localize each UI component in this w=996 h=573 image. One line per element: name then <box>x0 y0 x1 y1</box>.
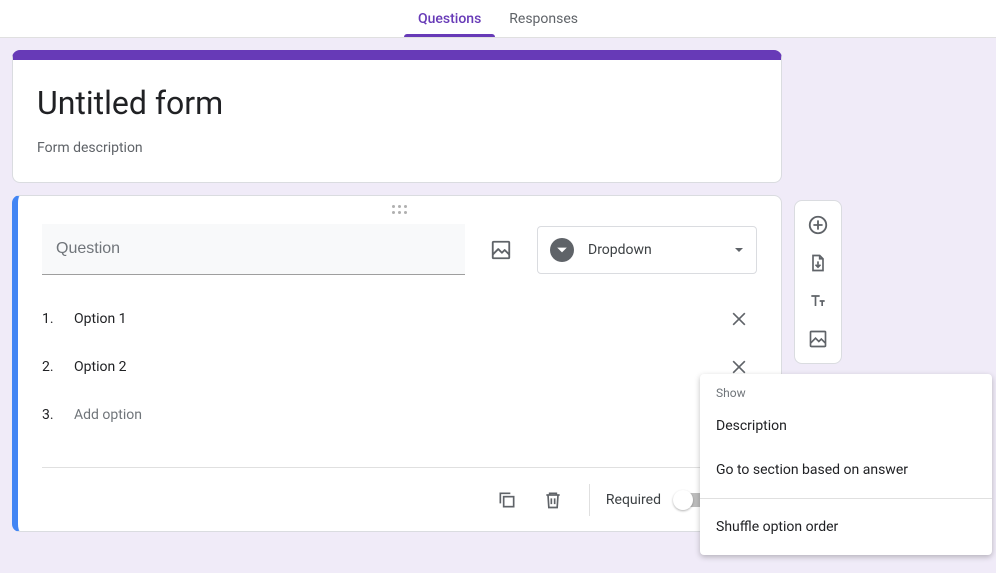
required-label: Required <box>606 492 661 508</box>
add-image-button[interactable] <box>481 230 521 270</box>
question-type-label: Dropdown <box>588 242 720 258</box>
add-question-button[interactable] <box>800 207 836 243</box>
option-row: 2. Option 2 <box>42 343 757 391</box>
divider <box>589 484 590 516</box>
option-number: 3. <box>42 407 60 423</box>
tab-label: Questions <box>418 11 481 27</box>
divider <box>700 498 992 499</box>
plus-circle-icon <box>807 214 829 236</box>
menu-item-shuffle[interactable]: Shuffle option order <box>700 505 992 549</box>
close-icon <box>729 309 749 329</box>
form-title[interactable]: Untitled form <box>37 84 757 122</box>
question-card: Dropdown 1. Option 1 2. Option 2 <box>12 195 782 532</box>
option-number: 1. <box>42 311 60 327</box>
tab-questions[interactable]: Questions <box>404 11 495 37</box>
add-option-label: Add option <box>74 407 757 423</box>
menu-header: Show <box>700 374 992 404</box>
option-number: 2. <box>42 359 60 375</box>
remove-option-button[interactable] <box>721 301 757 337</box>
add-title-button[interactable] <box>800 283 836 319</box>
tab-label: Responses <box>509 11 578 27</box>
drag-handle[interactable] <box>42 196 757 224</box>
option-text[interactable]: Option 2 <box>74 359 707 375</box>
chevron-down-icon <box>734 245 744 255</box>
options-list: 1. Option 1 2. Option 2 3. Add option <box>42 275 757 467</box>
question-footer: Required <box>42 467 757 531</box>
tab-responses[interactable]: Responses <box>495 11 592 37</box>
more-options-menu: Show Description Go to section based on … <box>700 374 992 555</box>
add-option-row[interactable]: 3. Add option <box>42 391 757 439</box>
import-icon <box>808 253 828 273</box>
image-icon <box>490 239 512 261</box>
dropdown-icon <box>550 238 574 262</box>
tab-bar: Questions Responses <box>0 0 996 38</box>
drag-icon <box>392 205 408 215</box>
question-title-input[interactable] <box>42 224 465 275</box>
text-icon <box>808 291 828 311</box>
import-questions-button[interactable] <box>800 245 836 281</box>
menu-item-description[interactable]: Description <box>700 404 992 448</box>
option-row: 1. Option 1 <box>42 295 757 343</box>
image-icon <box>808 329 828 349</box>
duplicate-icon <box>497 490 517 510</box>
form-description[interactable]: Form description <box>37 140 757 156</box>
question-type-select[interactable]: Dropdown <box>537 226 757 274</box>
menu-item-goto-section[interactable]: Go to section based on answer <box>700 448 992 492</box>
delete-button[interactable] <box>533 480 573 520</box>
add-image-button[interactable] <box>800 321 836 357</box>
trash-icon <box>543 490 563 510</box>
option-text[interactable]: Option 1 <box>74 311 707 327</box>
side-toolbar <box>794 200 842 364</box>
form-title-card: Untitled form Form description <box>12 50 782 183</box>
duplicate-button[interactable] <box>487 480 527 520</box>
